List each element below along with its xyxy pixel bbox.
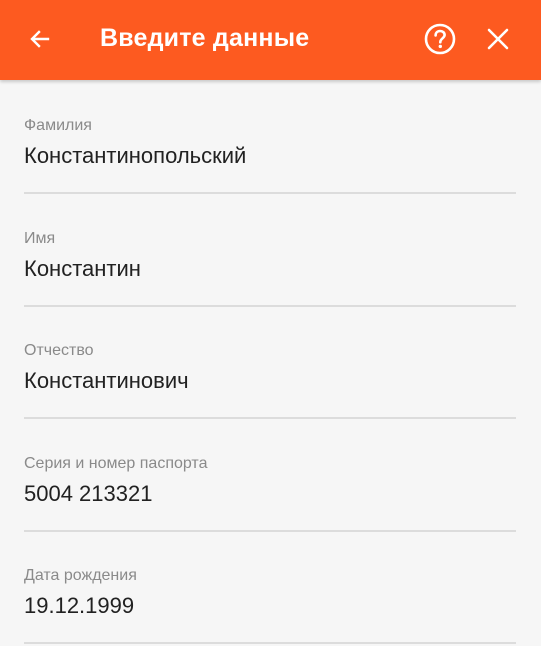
app-bar: Введите данные <box>0 0 541 80</box>
patronymic-label: Отчество <box>24 342 94 359</box>
birth-date-field[interactable]: Дата рождения 19.12.1999 <box>24 566 516 646</box>
passport-number-input[interactable]: 5004 213321 <box>24 479 152 509</box>
last-name-input[interactable]: Константинопольский <box>24 141 246 171</box>
birth-date-input[interactable]: 19.12.1999 <box>24 591 134 621</box>
last-name-label: Фамилия <box>24 117 92 134</box>
last-name-field[interactable]: Фамилия Константинопольский <box>24 116 516 196</box>
first-name-field[interactable]: Имя Константин <box>24 229 516 309</box>
field-underline <box>24 642 516 644</box>
patronymic-field[interactable]: Отчество Константинович <box>24 341 516 421</box>
field-underline <box>24 192 516 194</box>
back-button[interactable] <box>18 17 62 61</box>
passport-number-label: Серия и номер паспорта <box>24 455 208 472</box>
field-underline <box>24 305 516 307</box>
page-title: Введите данные <box>100 24 310 52</box>
arrow-left-icon <box>30 30 50 48</box>
field-underline <box>24 417 516 419</box>
help-button[interactable] <box>418 17 462 61</box>
patronymic-input[interactable]: Константинович <box>24 366 189 396</box>
first-name-label: Имя <box>24 230 56 247</box>
close-button[interactable] <box>476 17 520 61</box>
help-circle-icon <box>424 23 456 55</box>
birth-date-label: Дата рождения <box>24 567 137 584</box>
passport-number-field[interactable]: Серия и номер паспорта 5004 213321 <box>24 454 516 534</box>
first-name-input[interactable]: Константин <box>24 254 141 284</box>
close-icon <box>487 28 509 50</box>
field-underline <box>24 530 516 532</box>
